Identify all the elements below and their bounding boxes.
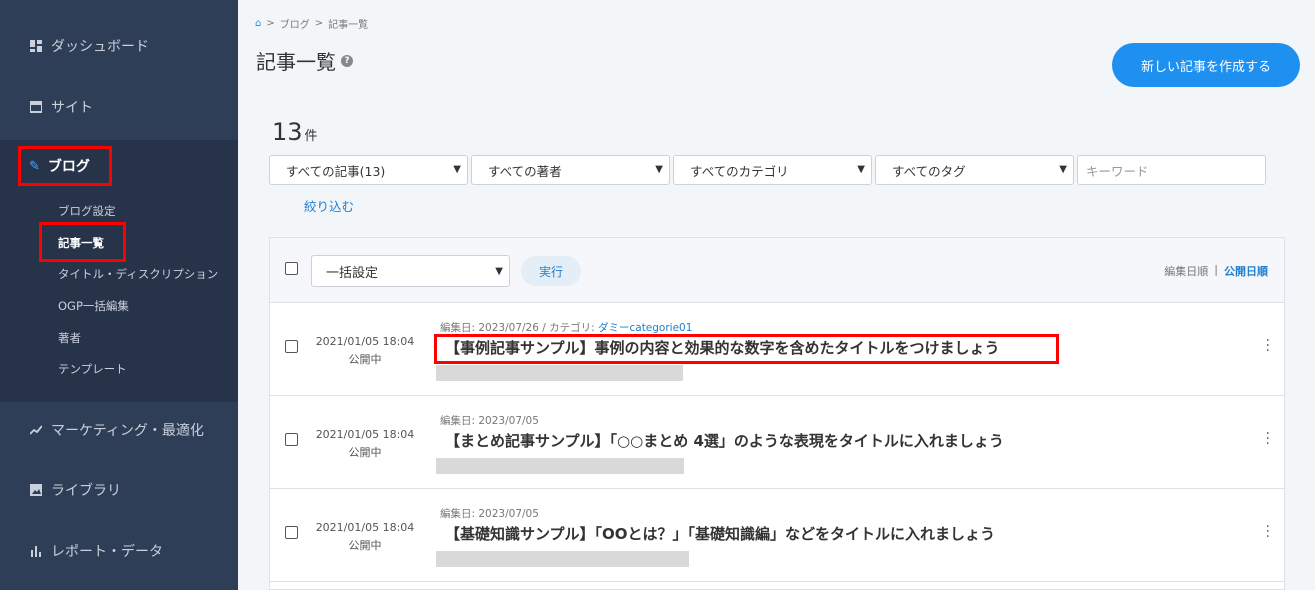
row-redacted-bar xyxy=(436,458,684,474)
row-status: 公開中 xyxy=(348,446,382,459)
page-title: 記事一覧 ? xyxy=(256,46,353,75)
row-date: 2021/01/05 18:04 公開中 xyxy=(310,519,420,555)
chevron-down-icon: ▼ xyxy=(857,164,865,175)
row-meta-text: 編集日: 2023/07/05 xyxy=(440,415,539,427)
filter-categories-select[interactable]: すべてのカテゴリ ▼ xyxy=(673,155,872,185)
breadcrumb-sep: > xyxy=(314,18,324,29)
row-status: 公開中 xyxy=(348,539,382,552)
row-title[interactable]: 【まとめ記事サンプル】「○○まとめ 4選」のような表現をタイトルに入れましょう xyxy=(445,430,1004,451)
nav-marketing-label: マーケティング・最適化 xyxy=(51,423,204,439)
nav-report-label: レポート・データ xyxy=(51,544,163,560)
chevron-down-icon: ▼ xyxy=(495,266,503,277)
filter-articles-value: すべての記事(13) xyxy=(286,163,386,179)
row-title[interactable]: 【基礎知識サンプル】「OOとは？」「基礎知識編」などをタイトルに入れましょう xyxy=(445,523,995,544)
more-menu-icon[interactable]: · · · xyxy=(1266,334,1270,358)
row-status: 公開中 xyxy=(348,353,382,366)
dashboard-icon xyxy=(30,40,42,52)
nav-marketing[interactable]: マーケティング・最適化 xyxy=(0,400,238,460)
image-icon xyxy=(30,484,42,496)
more-menu-icon[interactable]: · · · xyxy=(1266,520,1270,544)
bulk-action-value: 一括設定 xyxy=(326,265,379,281)
trend-icon xyxy=(30,425,42,435)
execute-button[interactable]: 実行 xyxy=(521,256,581,286)
row-meta-text: 編集日: 2023/07/05 xyxy=(440,508,539,520)
breadcrumb: ⌂ > ブログ > 記事一覧 xyxy=(255,16,368,31)
filter-authors-select[interactable]: すべての著者 ▼ xyxy=(471,155,670,185)
row-date-text: 2021/01/05 18:04 xyxy=(315,521,415,534)
article-list-highlight xyxy=(39,222,126,262)
site-icon xyxy=(30,101,42,113)
row-checkbox[interactable] xyxy=(285,433,298,446)
bar-chart-icon xyxy=(31,546,41,557)
row-redacted-bar xyxy=(436,365,683,381)
keyword-placeholder: キーワード xyxy=(1086,163,1149,179)
filter-tags-select[interactable]: すべてのタグ ▼ xyxy=(875,155,1074,185)
row-meta-text: 編集日: 2023/07/26 / カテゴリ: xyxy=(440,322,598,334)
filter-tags-value: すべてのタグ xyxy=(892,163,966,179)
apply-filter-link[interactable]: 絞り込む xyxy=(304,196,354,215)
nav-dashboard-label: ダッシュボード xyxy=(51,39,149,55)
row-date-text: 2021/01/05 18:04 xyxy=(315,428,415,441)
row-redacted-bar xyxy=(436,551,689,567)
article-count: 13 件 xyxy=(272,118,318,146)
nav-library-label: ライブラリ xyxy=(51,483,121,499)
new-article-button[interactable]: 新しい記事を作成する xyxy=(1112,43,1300,87)
row-checkbox[interactable] xyxy=(285,526,298,539)
more-menu-icon[interactable]: · · · xyxy=(1266,427,1270,451)
row-category-link[interactable]: ダミーcategorie01 xyxy=(598,322,692,334)
sub-title-description[interactable]: タイトル・ディスクリプション xyxy=(58,266,218,282)
table-row[interactable]: 2021/01/05 18:04 公開中 編集日: 2023/07/26 / カ… xyxy=(270,303,1284,396)
sub-blog-settings[interactable]: ブログ設定 xyxy=(58,203,116,219)
nav-report[interactable]: レポート・データ xyxy=(0,521,238,581)
sub-templates[interactable]: テンプレート xyxy=(58,361,127,377)
sort-options: 編集日順 | 公開日順 xyxy=(1164,263,1268,279)
page-title-text: 記事一覧 xyxy=(256,50,336,74)
count-value: 13 xyxy=(272,118,303,146)
sub-authors[interactable]: 著者 xyxy=(58,330,81,346)
row-meta: 編集日: 2023/07/26 / カテゴリ: ダミーcategorie01 xyxy=(440,320,692,335)
row-meta: 編集日: 2023/07/05 xyxy=(440,413,539,428)
filter-articles-select[interactable]: すべての記事(13) ▼ xyxy=(269,155,468,185)
pencil-icon: ✎ xyxy=(29,158,40,174)
article-table: 一括設定 ▼ 実行 編集日順 | 公開日順 2021/01/05 18:04 公… xyxy=(269,237,1285,590)
nav-library[interactable]: ライブラリ xyxy=(0,460,238,520)
breadcrumb-sep: > xyxy=(266,18,275,29)
filter-categories-value: すべてのカテゴリ xyxy=(690,163,789,179)
row-date: 2021/01/05 18:04 公開中 xyxy=(310,333,420,369)
sort-edit-date[interactable]: 編集日順 xyxy=(1164,263,1208,279)
row-date: 2021/01/05 18:04 公開中 xyxy=(310,426,420,462)
row-date-text: 2021/01/05 18:04 xyxy=(315,335,415,348)
table-row[interactable]: 2021/01/05 18:04 公開中 編集日: 2023/07/05 【基礎… xyxy=(270,489,1284,582)
home-icon[interactable]: ⌂ xyxy=(255,18,261,29)
sort-publish-date[interactable]: 公開日順 xyxy=(1224,263,1268,279)
nav-blog-label: ブログ xyxy=(47,159,90,175)
bulk-action-select[interactable]: 一括設定 ▼ xyxy=(311,255,510,287)
select-all-checkbox[interactable] xyxy=(285,262,298,275)
chevron-down-icon: ▼ xyxy=(1059,164,1067,175)
chevron-down-icon: ▼ xyxy=(453,164,461,175)
nav-site[interactable]: サイト xyxy=(0,77,238,137)
sidebar: ダッシュボード サイト ✎ ブログ ブログ設定 記事一覧 タイトル・ディスクリプ… xyxy=(0,0,238,590)
nav-site-label: サイト xyxy=(51,100,93,116)
blog-section: ✎ ブログ ブログ設定 記事一覧 タイトル・ディスクリプション OGP一括編集 … xyxy=(0,140,238,402)
breadcrumb-current: 記事一覧 xyxy=(328,20,369,31)
sort-separator: | xyxy=(1214,263,1218,276)
count-unit: 件 xyxy=(304,129,318,144)
title-highlight xyxy=(434,334,1059,364)
nav-dashboard[interactable]: ダッシュボード xyxy=(0,16,238,76)
row-checkbox[interactable] xyxy=(285,340,298,353)
row-meta: 編集日: 2023/07/05 xyxy=(440,506,539,521)
table-header: 一括設定 ▼ 実行 編集日順 | 公開日順 xyxy=(270,238,1284,303)
breadcrumb-blog[interactable]: ブログ xyxy=(280,16,310,31)
nav-blog[interactable]: ✎ ブログ xyxy=(18,146,112,186)
help-icon[interactable]: ? xyxy=(341,54,353,67)
sub-ogp-bulk[interactable]: OGP一括編集 xyxy=(58,298,129,314)
keyword-input[interactable]: キーワード xyxy=(1077,155,1266,185)
filter-authors-value: すべての著者 xyxy=(488,163,562,179)
table-row[interactable]: 2021/01/05 18:04 公開中 編集日: 2023/07/05 【まと… xyxy=(270,396,1284,489)
chevron-down-icon: ▼ xyxy=(655,164,663,175)
